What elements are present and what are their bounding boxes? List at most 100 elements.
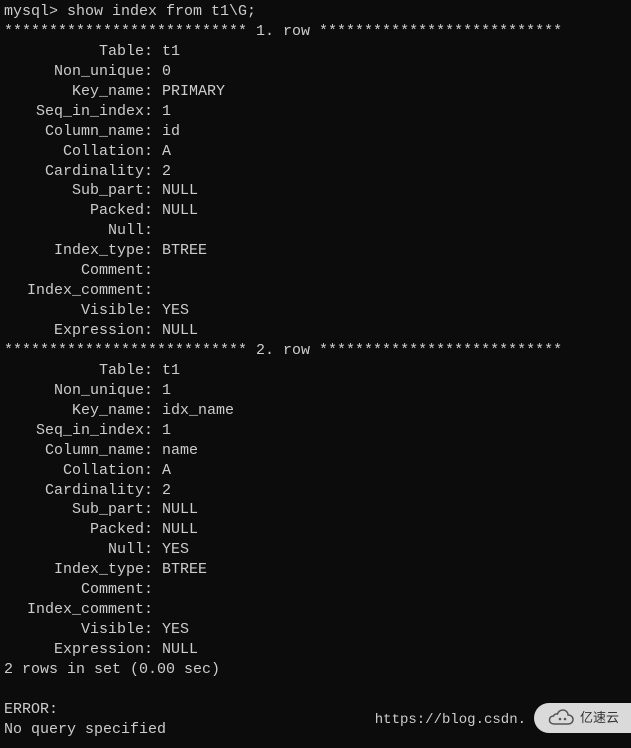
- field-separator: :: [144, 521, 162, 538]
- field-value: PRIMARY: [162, 83, 225, 100]
- field-label: Sub_part: [4, 500, 144, 520]
- field-separator: :: [144, 242, 162, 259]
- field-separator: :: [144, 63, 162, 80]
- field-line: Index_comment:: [4, 281, 627, 301]
- field-separator: :: [144, 621, 162, 638]
- field-line: Null: YES: [4, 540, 627, 560]
- field-line: Table: t1: [4, 42, 627, 62]
- field-line: Key_name: PRIMARY: [4, 82, 627, 102]
- field-value: YES: [162, 621, 189, 638]
- field-value: 1: [162, 103, 171, 120]
- field-line: Seq_in_index: 1: [4, 102, 627, 122]
- field-line: Non_unique: 0: [4, 62, 627, 82]
- field-line: Key_name: idx_name: [4, 401, 627, 421]
- field-value: NULL: [162, 501, 198, 518]
- field-label: Index_comment: [4, 600, 144, 620]
- field-separator: :: [144, 182, 162, 199]
- field-value: name: [162, 442, 198, 459]
- field-line: Visible: YES: [4, 620, 627, 640]
- field-value: 0: [162, 63, 171, 80]
- field-line: Expression: NULL: [4, 321, 627, 341]
- field-label: Visible: [4, 620, 144, 640]
- field-separator: :: [144, 561, 162, 578]
- field-label: Null: [4, 221, 144, 241]
- field-separator: :: [144, 83, 162, 100]
- field-separator: :: [144, 322, 162, 339]
- field-value: NULL: [162, 641, 198, 658]
- field-separator: :: [144, 43, 162, 60]
- field-value: A: [162, 462, 171, 479]
- field-line: Expression: NULL: [4, 640, 627, 660]
- watermark-text: 亿速云: [580, 709, 619, 726]
- field-label: Visible: [4, 301, 144, 321]
- field-line: Column_name: id: [4, 122, 627, 142]
- watermark-container: 亿速云: [534, 703, 631, 733]
- field-line: Collation: A: [4, 461, 627, 481]
- field-value: 1: [162, 422, 171, 439]
- field-line: Sub_part: NULL: [4, 181, 627, 201]
- field-separator: :: [144, 462, 162, 479]
- field-line: Table: t1: [4, 361, 627, 381]
- field-value: idx_name: [162, 402, 234, 419]
- field-label: Collation: [4, 142, 144, 162]
- field-separator: :: [144, 382, 162, 399]
- field-label: Non_unique: [4, 62, 144, 82]
- field-label: Comment: [4, 261, 144, 281]
- field-value: 1: [162, 382, 171, 399]
- field-label: Index_type: [4, 560, 144, 580]
- field-separator: :: [144, 581, 162, 598]
- field-separator: :: [144, 422, 162, 439]
- prompt-label: mysql>: [4, 3, 58, 20]
- field-line: Packed: NULL: [4, 201, 627, 221]
- field-value: YES: [162, 302, 189, 319]
- field-separator: :: [144, 501, 162, 518]
- field-label: Seq_in_index: [4, 102, 144, 122]
- command-text: show index from t1\G;: [67, 3, 256, 20]
- field-line: Column_name: name: [4, 441, 627, 461]
- row-divider: *************************** 1. row *****…: [4, 22, 627, 42]
- field-value: 2: [162, 482, 171, 499]
- field-separator: :: [144, 202, 162, 219]
- field-separator: :: [144, 163, 162, 180]
- field-separator: :: [144, 262, 162, 279]
- field-label: Cardinality: [4, 162, 144, 182]
- field-label: Expression: [4, 640, 144, 660]
- field-line: Cardinality: 2: [4, 481, 627, 501]
- field-separator: :: [144, 302, 162, 319]
- field-line: Index_type: BTREE: [4, 560, 627, 580]
- field-line: Sub_part: NULL: [4, 500, 627, 520]
- field-line: Seq_in_index: 1: [4, 421, 627, 441]
- field-line: Packed: NULL: [4, 520, 627, 540]
- field-separator: :: [144, 123, 162, 140]
- field-label: Column_name: [4, 441, 144, 461]
- field-value: id: [162, 123, 180, 140]
- field-line: Collation: A: [4, 142, 627, 162]
- field-line: Comment:: [4, 580, 627, 600]
- field-label: Index_comment: [4, 281, 144, 301]
- field-separator: :: [144, 222, 162, 239]
- field-label: Seq_in_index: [4, 421, 144, 441]
- field-separator: :: [144, 601, 162, 618]
- field-line: Index_type: BTREE: [4, 241, 627, 261]
- query-output: *************************** 1. row *****…: [4, 22, 627, 660]
- field-label: Index_type: [4, 241, 144, 261]
- field-line: Comment:: [4, 261, 627, 281]
- watermark-badge: 亿速云: [534, 703, 631, 733]
- field-line: Cardinality: 2: [4, 162, 627, 182]
- row-divider: *************************** 2. row *****…: [4, 341, 627, 361]
- field-value: YES: [162, 541, 189, 558]
- field-separator: :: [144, 143, 162, 160]
- field-line: Non_unique: 1: [4, 381, 627, 401]
- field-label: Key_name: [4, 401, 144, 421]
- blog-url-watermark: https://blog.csdn.: [375, 711, 526, 730]
- field-label: Packed: [4, 201, 144, 221]
- field-label: Column_name: [4, 122, 144, 142]
- field-separator: :: [144, 362, 162, 379]
- command-line[interactable]: mysql> show index from t1\G;: [4, 2, 627, 22]
- field-value: BTREE: [162, 561, 207, 578]
- summary-line: 2 rows in set (0.00 sec): [4, 660, 627, 680]
- field-value: t1: [162, 362, 180, 379]
- field-label: Sub_part: [4, 181, 144, 201]
- field-label: Null: [4, 540, 144, 560]
- field-label: Expression: [4, 321, 144, 341]
